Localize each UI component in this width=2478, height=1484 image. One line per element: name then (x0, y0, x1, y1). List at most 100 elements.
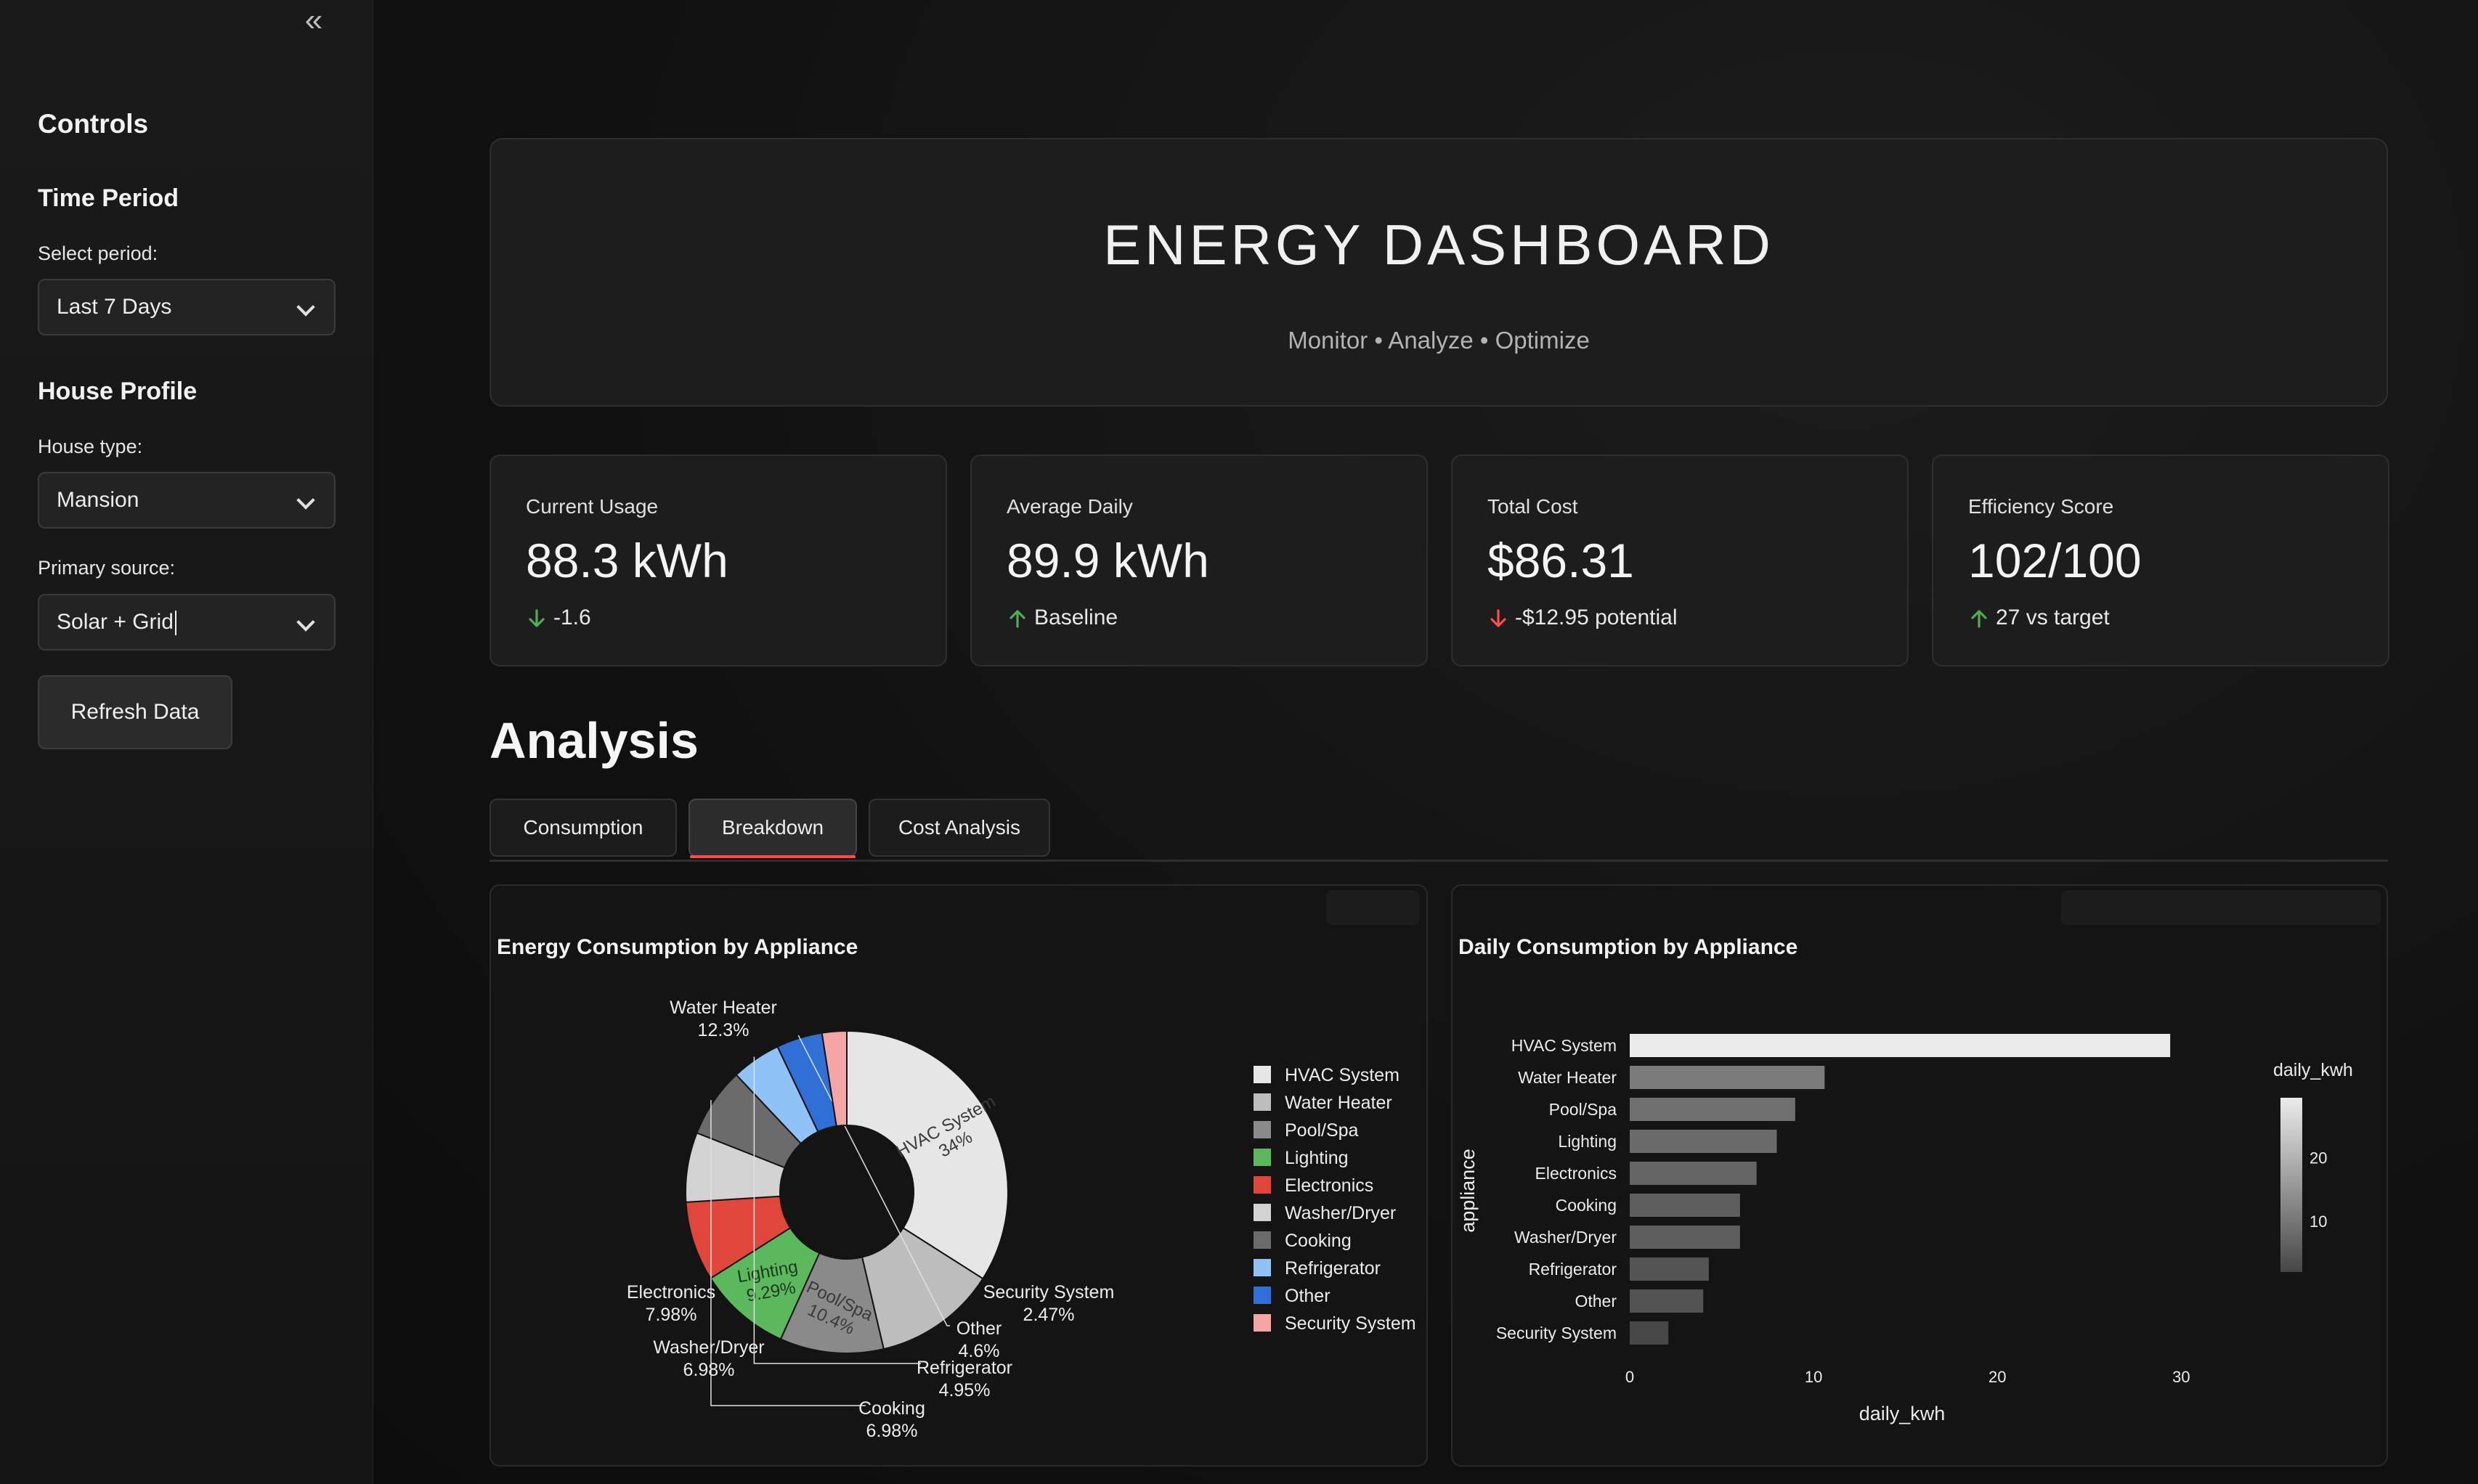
sidebar: « Controls Time Period Select period: La… (0, 0, 373, 1484)
metric-value: $86.31 (1487, 534, 1634, 587)
legend-label[interactable]: Pool/Spa (1285, 1120, 1359, 1141)
slice-label-percent: 12.3% (698, 1020, 750, 1040)
category-tick-label: Other (1575, 1292, 1617, 1310)
bar[interactable] (1630, 1257, 1709, 1281)
x-tick-label: 0 (1625, 1368, 1634, 1386)
bar[interactable] (1630, 1162, 1757, 1185)
legend-swatch[interactable] (1254, 1204, 1271, 1221)
primary-source-label: Primary source: (38, 557, 176, 579)
metric-card-efficiency-score: Efficiency Score 102/100 27 vs target (1932, 454, 2389, 666)
colorbar (2280, 1098, 2302, 1272)
pie-slice-hvac-system[interactable] (846, 1030, 1009, 1280)
page-subtitle: Monitor • Analyze • Optimize (1288, 327, 1590, 354)
legend-swatch[interactable] (1254, 1093, 1271, 1111)
category-tick-label: Refrigerator (1529, 1260, 1617, 1279)
metric-card-current-usage: Current Usage 88.3 kWh -1.6 (489, 454, 947, 666)
bar[interactable] (1630, 1098, 1795, 1121)
slice-label-percent: 4.95% (939, 1380, 991, 1401)
legend-swatch[interactable] (1254, 1121, 1271, 1138)
legend-swatch[interactable] (1254, 1231, 1271, 1249)
category-tick-label: HVAC System (1511, 1036, 1617, 1055)
slice-label-name: Washer/Dryer (653, 1337, 764, 1358)
metric-label: Efficiency Score (1968, 495, 2114, 518)
legend-label[interactable]: Water Heater (1285, 1093, 1392, 1113)
bar[interactable] (1630, 1130, 1777, 1153)
legend-swatch[interactable] (1254, 1287, 1271, 1304)
refresh-data-button[interactable]: Refresh Data (38, 675, 232, 749)
legend-label[interactable]: Washer/Dryer (1285, 1203, 1396, 1223)
slice-label-name: Security System (983, 1282, 1115, 1302)
legend-label[interactable]: Other (1285, 1286, 1331, 1306)
legend-label[interactable]: Security System (1285, 1313, 1416, 1334)
collapse-sidebar-icon[interactable]: « (296, 3, 331, 38)
bar[interactable] (1630, 1321, 1669, 1345)
arrow-down-icon (529, 609, 545, 627)
main-content: ENERGY DASHBOARD Monitor • Analyze • Opt… (373, 0, 2478, 1484)
legend-label[interactable]: Cooking (1285, 1231, 1352, 1251)
x-axis-label: daily_kwh (1859, 1403, 1946, 1424)
category-tick-label: Pool/Spa (1549, 1100, 1617, 1119)
legend-swatch[interactable] (1254, 1314, 1271, 1332)
metric-value: 89.9 kWh (1007, 534, 1209, 587)
x-tick-label: 30 (2172, 1368, 2190, 1386)
bar[interactable] (1630, 1194, 1740, 1217)
chevron-down-icon (296, 491, 315, 510)
colorbar-tick-label: 10 (2310, 1212, 2327, 1231)
analysis-heading: Analysis (489, 712, 699, 769)
legend-label[interactable]: HVAC System (1285, 1065, 1400, 1085)
x-tick-label: 10 (1805, 1368, 1822, 1386)
house-type-select[interactable]: Mansion (38, 472, 336, 529)
category-tick-label: Washer/Dryer (1514, 1228, 1617, 1247)
metric-delta: 27 vs target (1968, 606, 2110, 630)
bar-chart-card: Daily Consumption by Appliance HVAC Syst… (1451, 884, 2388, 1467)
chevron-down-icon (296, 298, 315, 317)
pie-chart-card: Energy Consumption by Appliance HVAC Sys… (489, 884, 1428, 1467)
legend-swatch[interactable] (1254, 1149, 1271, 1166)
metric-card-average-daily: Average Daily 89.9 kWh Baseline (970, 454, 1428, 666)
bar[interactable] (1630, 1289, 1704, 1313)
time-period-heading: Time Period (38, 184, 179, 212)
legend-label[interactable]: Lighting (1285, 1148, 1349, 1168)
metric-delta-text: -1.6 (553, 606, 591, 629)
slice-label-name: Other (956, 1318, 1002, 1339)
metric-delta: -$12.95 potential (1487, 606, 1678, 630)
house-profile-heading: House Profile (38, 378, 198, 405)
text-caret (174, 611, 176, 636)
metric-value: 88.3 kWh (526, 534, 728, 587)
metric-label: Average Daily (1007, 495, 1133, 518)
legend-swatch[interactable] (1254, 1066, 1271, 1083)
legend-swatch[interactable] (1254, 1259, 1271, 1276)
primary-source-select[interactable]: Solar + Grid (38, 594, 336, 651)
slice-label-percent: 4.6% (959, 1341, 1000, 1361)
house-type-value: Mansion (57, 488, 139, 512)
legend-swatch[interactable] (1254, 1176, 1271, 1194)
category-tick-label: Security System (1496, 1324, 1617, 1342)
slice-label-name: Cooking (858, 1398, 925, 1419)
period-select[interactable]: Last 7 Days (38, 279, 336, 335)
page-title: ENERGY DASHBOARD (1103, 213, 1774, 277)
period-select-value: Last 7 Days (57, 295, 172, 319)
pie-chart: HVAC System34%Water Heater12.3%Pool/Spa1… (627, 998, 1416, 1441)
slice-label-name: Water Heater (670, 998, 777, 1018)
metric-delta: -1.6 (526, 606, 591, 630)
category-tick-label: Lighting (1558, 1132, 1617, 1151)
metric-label: Total Cost (1487, 495, 1578, 518)
legend-label[interactable]: Refrigerator (1285, 1258, 1381, 1279)
metric-value: 102/100 (1968, 534, 2142, 587)
metric-delta: Baseline (1007, 606, 1118, 630)
tab-breakdown-label: Breakdown (721, 816, 824, 839)
tab-consumption[interactable]: Consumption (489, 799, 677, 857)
house-type-label: House type: (38, 436, 143, 457)
slice-label-percent: 7.98% (646, 1305, 697, 1325)
tab-breakdown[interactable]: Breakdown (688, 799, 857, 858)
tab-cost-analysis[interactable]: Cost Analysis (869, 799, 1050, 857)
bar-chart: HVAC System Water Heater Pool/Spa Lighting E… (1457, 1034, 2353, 1424)
colorbar-tick-label: 20 (2310, 1149, 2327, 1167)
bar[interactable] (1630, 1034, 2171, 1057)
legend-label[interactable]: Electronics (1285, 1175, 1373, 1196)
primary-source-wrap: Solar + Grid (57, 595, 176, 649)
bar[interactable] (1630, 1226, 1740, 1249)
select-period-label: Select period: (38, 242, 158, 264)
colorbar-title: daily_kwh (2273, 1060, 2353, 1080)
bar[interactable] (1630, 1066, 1825, 1089)
